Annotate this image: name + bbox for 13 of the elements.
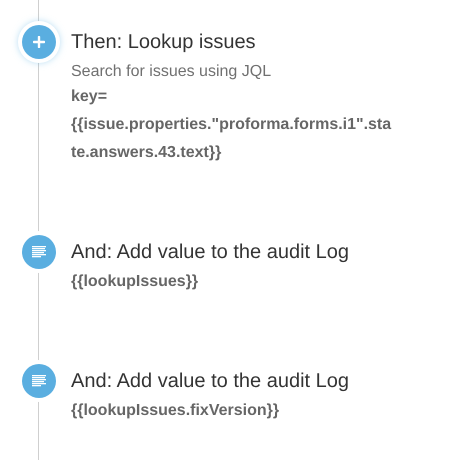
step-title: And: Add value to the audit Log	[71, 240, 349, 264]
step-value: key= {{issue.properties."proforma.forms.i1".state.answers.43.text}}	[71, 87, 392, 163]
text-lines-icon	[30, 374, 46, 388]
step-title: And: Add value to the audit Log	[71, 369, 349, 393]
text-lines-icon	[30, 245, 46, 259]
step-node[interactable]	[22, 235, 56, 269]
step-title: Then: Lookup issues	[71, 30, 257, 54]
step-description: Search for issues using JQL	[71, 62, 272, 82]
step-node[interactable]	[22, 25, 56, 59]
step-value: {{lookupIssues.fixVersion}}	[71, 401, 280, 421]
step-value: {{lookupIssues}}	[71, 272, 200, 292]
plus-icon	[32, 36, 44, 48]
step-node[interactable]	[22, 364, 56, 398]
